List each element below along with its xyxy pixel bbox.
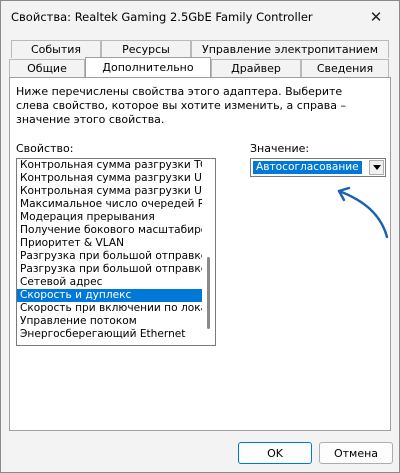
tab-power-management[interactable]: Управление электропитанием [191,40,389,58]
tab-driver[interactable]: Драйвер [211,59,301,77]
list-item[interactable]: Максимальное число очередей RSS [17,198,203,211]
dropdown-button[interactable] [369,160,384,175]
window-title: Свойства: Realtek Gaming 2.5GbE Family C… [11,10,313,24]
property-label: Свойство: [16,142,74,155]
list-item[interactable]: Получение бокового масштабирован [17,224,203,237]
list-item[interactable]: Сетевой адрес [17,276,203,289]
ok-button[interactable]: OK [238,442,312,464]
chevron-down-icon [372,165,381,170]
list-item[interactable]: Приоритет & VLAN [17,237,203,250]
tab-events[interactable]: События [11,40,101,58]
advanced-panel: Ниже перечислены свойства этого адаптера… [9,77,391,431]
list-item[interactable]: Контрольная сумма разгрузки UDP [17,185,203,198]
property-list[interactable]: Контрольная сумма разгрузки TCP Контроль… [16,158,216,346]
value-select[interactable]: Автосогласование [250,158,386,177]
value-selected: Автосогласование [253,161,362,174]
cancel-button[interactable]: Отмена [319,442,393,464]
tab-advanced[interactable]: Дополнительно [85,57,211,77]
annotation-arrow-icon [337,186,389,239]
close-button[interactable]: ✕ [361,3,391,31]
title-bar[interactable]: Свойства: Realtek Gaming 2.5GbE Family C… [1,1,399,33]
tab-details[interactable]: Сведения [301,59,389,77]
list-item[interactable]: Модерация прерывания [17,211,203,224]
list-scrollbar[interactable] [202,159,215,345]
list-item[interactable]: Управление потоком [17,315,203,328]
scroll-thumb[interactable] [207,257,210,329]
close-icon: ✕ [369,8,383,26]
value-label: Значение: [250,142,310,155]
list-item[interactable]: Энергосберегающий Ethernet [17,328,203,341]
list-item[interactable]: Разгрузка при большой отправке v2 [17,263,203,276]
list-item-selected[interactable]: Скорость и дуплекс [17,289,203,302]
tab-resources[interactable]: Ресурсы [101,40,191,58]
list-item[interactable]: Контрольная сумма разгрузки TCP [17,159,203,172]
properties-dialog: Свойства: Realtek Gaming 2.5GbE Family C… [0,0,400,473]
list-item[interactable]: Скорость при включении по локальн [17,302,203,315]
tab-general[interactable]: Общие [9,59,85,77]
description-text: Ниже перечислены свойства этого адаптера… [16,85,346,126]
list-item[interactable]: Разгрузка при большой отправке v2 [17,250,203,263]
list-item[interactable]: Контрольная сумма разгрузки UDP [17,172,203,185]
